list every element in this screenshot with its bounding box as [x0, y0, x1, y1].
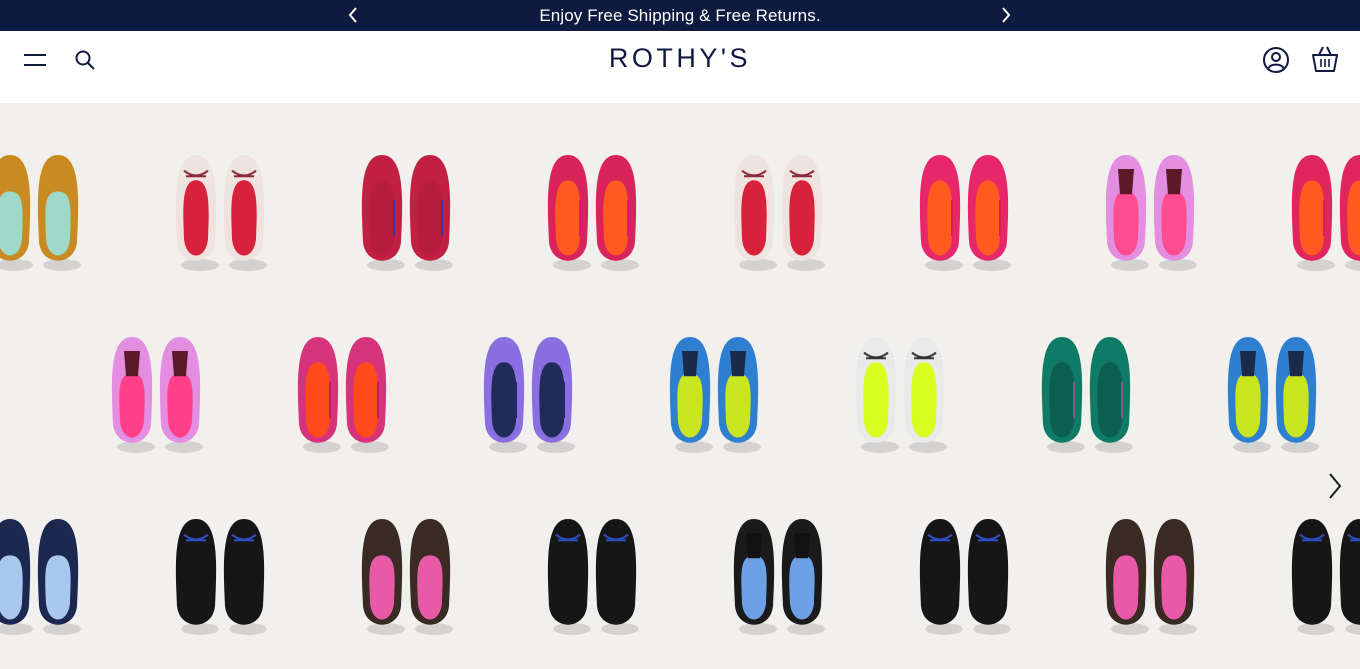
- promo-prev-button[interactable]: [342, 4, 364, 26]
- promo-bar: Enjoy Free Shipping & Free Returns.: [0, 0, 1360, 31]
- shoe-pair: [297, 337, 389, 453]
- shoe-pair: [919, 519, 1011, 635]
- chevron-right-icon: [1329, 473, 1342, 499]
- chevron-left-icon: [348, 7, 357, 23]
- shoe-pair: [1041, 337, 1133, 453]
- chevron-right-icon: [1002, 7, 1011, 23]
- brand-logo[interactable]: ROTHY'S: [0, 43, 1360, 74]
- account-button[interactable]: [1261, 45, 1291, 75]
- shoe-pair: [175, 519, 267, 635]
- cart-button[interactable]: [1310, 44, 1340, 74]
- shoe-pair: [111, 337, 203, 453]
- shoe-pair: [733, 155, 825, 271]
- shoe-pair: [733, 519, 825, 635]
- account-icon: [1263, 47, 1289, 73]
- shoe-pair: [855, 337, 947, 453]
- shoe-pair: [483, 337, 575, 453]
- shoe-pair: [361, 519, 453, 635]
- shoe-pair: [0, 519, 81, 635]
- shoe-pair: [1291, 519, 1360, 635]
- shoe-pair: [919, 155, 1011, 271]
- shoe-pair: [1105, 155, 1197, 271]
- site-header: ROTHY'S: [0, 31, 1360, 103]
- shopping-bag-icon: [1312, 46, 1338, 72]
- hero-shoes-image: [0, 155, 1360, 635]
- shoe-pair: [1105, 519, 1197, 635]
- promo-text[interactable]: Enjoy Free Shipping & Free Returns.: [539, 6, 820, 26]
- shoe-pair: [1291, 155, 1360, 271]
- shoe-pair: [547, 519, 639, 635]
- shoe-pair: [547, 155, 639, 271]
- shoe-pair: [669, 337, 761, 453]
- promo-next-button[interactable]: [995, 4, 1017, 26]
- shoe-pair: [361, 155, 453, 271]
- hero-carousel: [0, 103, 1360, 669]
- carousel-next-button[interactable]: [1320, 469, 1350, 503]
- shoe-pair: [0, 155, 81, 271]
- shoe-pair: [175, 155, 267, 271]
- shoe-pair: [1227, 337, 1319, 453]
